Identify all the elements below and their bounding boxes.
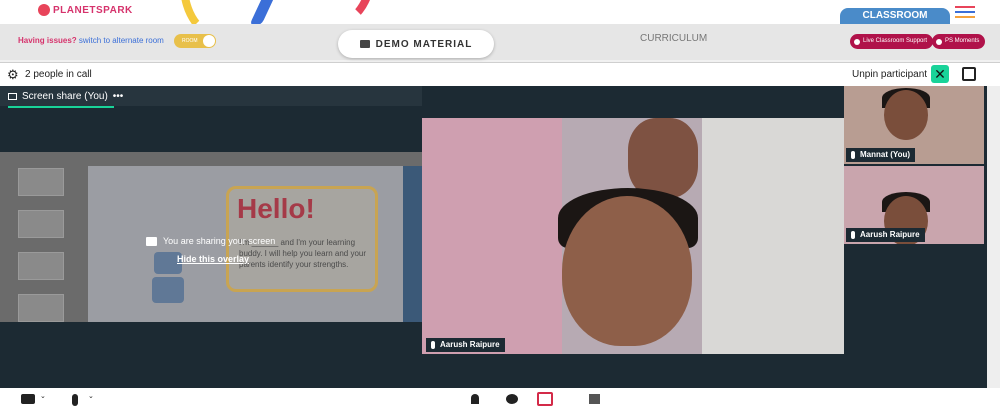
pinned-name-tag: Aarush Raipure — [426, 338, 505, 352]
top-bar: PLANETSPARK CLASSROOM — [0, 0, 1000, 40]
plus-icon — [936, 38, 942, 45]
screen-icon — [8, 93, 17, 100]
mic-icon — [431, 341, 435, 349]
video-background — [702, 118, 844, 354]
demo-material-button[interactable]: DEMO MATERIAL — [338, 30, 494, 58]
folder-icon — [359, 40, 370, 48]
slide-thumbnail — [18, 252, 64, 280]
screen-share-tab[interactable]: Screen share (You) ••• — [8, 91, 123, 102]
slide-thumbnail — [18, 210, 64, 238]
slide-thumbnail — [18, 168, 64, 196]
participant-name: Mannat (You) — [860, 150, 911, 159]
participant-name-tag: Aarush Raipure — [846, 228, 925, 242]
camera-icon[interactable] — [21, 394, 35, 404]
chevron-down-icon[interactable]: ⌄ — [88, 392, 94, 400]
mic-icon — [851, 231, 855, 239]
brand-name: PLANETSPARK — [53, 4, 133, 16]
video-stage: Screen share (You) ••• Hello! I'm ______… — [0, 86, 1000, 388]
participant-name: Aarush Raipure — [860, 230, 920, 239]
stop-share-icon[interactable] — [537, 392, 553, 406]
active-tab-indicator — [8, 106, 114, 108]
curriculum-tab[interactable]: CURRICULUM — [640, 33, 707, 44]
slide-title: Hello! — [237, 193, 315, 224]
plus-icon — [854, 38, 860, 45]
chat-icon[interactable] — [506, 394, 518, 404]
call-controls: ⌄ ⌄ — [0, 388, 1000, 406]
room-toggle[interactable]: ROOM — [174, 34, 216, 48]
participant-name-tag: Mannat (You) — [846, 148, 916, 162]
pinned-video[interactable]: Aarush Raipure — [422, 118, 844, 354]
issue-notice: Having issues? switch to alternate room — [18, 36, 164, 45]
screen-share-icon — [146, 236, 157, 246]
unpin-button[interactable]: ✕ — [931, 65, 949, 83]
more-options-icon[interactable]: ••• — [113, 91, 124, 102]
toggle-knob — [203, 35, 215, 47]
alternate-room-link[interactable]: switch to alternate room — [79, 36, 164, 45]
scrollbar[interactable] — [987, 86, 1000, 388]
demo-material-label: DEMO MATERIAL — [375, 38, 473, 50]
sharing-overlay: You are sharing your screen — [146, 236, 275, 246]
unpin-label: Unpin participant — [852, 69, 928, 80]
screen-share-label: Screen share (You) — [22, 91, 108, 102]
slide-thumbnail — [18, 294, 64, 322]
ps-moments-button[interactable]: PS Moments — [932, 34, 986, 49]
mic-icon — [851, 151, 855, 159]
video-figure — [562, 196, 692, 346]
video-figure — [628, 118, 698, 198]
participants-icon[interactable] — [471, 394, 479, 404]
sharing-message: You are sharing your screen — [163, 236, 276, 246]
slide-thumbnails — [18, 168, 68, 322]
grid-icon[interactable] — [589, 394, 600, 404]
slide-side-strip — [403, 166, 422, 322]
app-root: PLANETSPARK CLASSROOM Having issues? swi… — [0, 0, 1000, 406]
logo: PLANETSPARK — [38, 4, 133, 16]
call-bar: ⚙ 2 people in call Unpin participant ✕ — [0, 62, 1000, 86]
participant-tile[interactable]: Mannat (You) — [844, 86, 984, 164]
gear-icon[interactable]: ⚙ — [7, 67, 19, 83]
chevron-down-icon[interactable]: ⌄ — [40, 392, 46, 400]
issue-text: Having issues? — [18, 36, 77, 45]
participant-tile[interactable]: Aarush Raipure — [844, 166, 984, 244]
logo-icon — [38, 4, 50, 16]
live-support-button[interactable]: Live Classroom Support — [850, 34, 934, 49]
sub-header: Having issues? switch to alternate room … — [0, 24, 1000, 60]
screen-share-header: Screen share (You) ••• — [0, 86, 422, 106]
people-count: 2 people in call — [25, 69, 92, 80]
ps-moments-label: PS Moments — [945, 38, 980, 44]
classroom-tab[interactable]: CLASSROOM — [840, 8, 950, 24]
hide-overlay-link[interactable]: Hide this overlay — [177, 254, 249, 264]
menu-icon[interactable] — [955, 6, 975, 21]
layout-icon[interactable] — [962, 67, 976, 81]
video-figure — [884, 90, 928, 140]
room-toggle-label: ROOM — [182, 38, 198, 44]
video-background — [422, 118, 562, 354]
mic-icon[interactable] — [72, 394, 78, 406]
live-support-label: Live Classroom Support — [863, 38, 928, 44]
pinned-participant-name: Aarush Raipure — [440, 340, 500, 349]
